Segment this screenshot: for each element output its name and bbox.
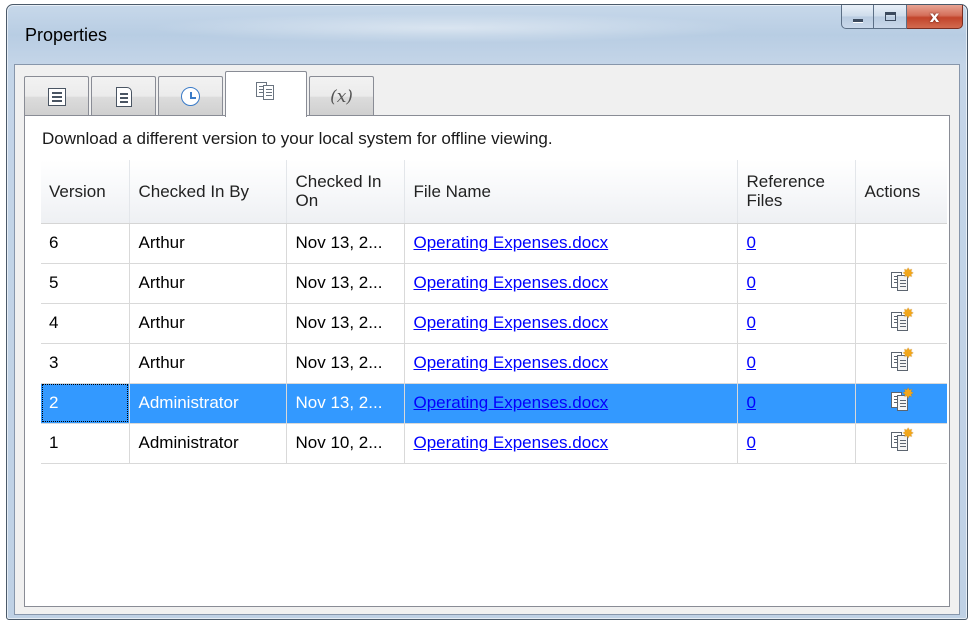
- cell-checked-in-on: Nov 13, 2...: [286, 383, 405, 424]
- cell-actions: [855, 223, 947, 264]
- panel-description: Download a different version to your loc…: [42, 129, 553, 148]
- caption-buttons: x: [841, 5, 963, 29]
- file-name-link[interactable]: Operating Expenses.docx: [414, 233, 609, 252]
- table-row[interactable]: 4 Arthur Nov 13, 2... Operating Expenses…: [41, 303, 947, 344]
- versions-icon: [256, 81, 276, 101]
- column-header-reference-files[interactable]: Reference Files: [737, 160, 856, 224]
- cell-checked-in-by: Arthur: [129, 223, 287, 264]
- cell-version: 2: [41, 383, 130, 424]
- properties-window: Properties x (x) Download a different ve…: [6, 4, 968, 620]
- tab-strip: (x): [24, 68, 376, 117]
- list-icon: [47, 87, 66, 106]
- cell-version: 5: [41, 263, 130, 304]
- file-name-link[interactable]: Operating Expenses.docx: [414, 273, 609, 292]
- column-header-file-name[interactable]: File Name: [404, 160, 738, 224]
- column-header-checked-in-by[interactable]: Checked In By: [129, 160, 287, 224]
- client-area: (x) Download a different version to your…: [14, 64, 960, 615]
- reference-files-link[interactable]: 0: [747, 433, 756, 452]
- variables-icon: (x): [330, 86, 353, 107]
- reference-files-link[interactable]: 0: [747, 273, 756, 292]
- tab-versions[interactable]: [225, 71, 307, 117]
- cell-version: 1: [41, 423, 130, 464]
- cell-checked-in-on: Nov 13, 2...: [286, 343, 405, 384]
- reference-files-link[interactable]: 0: [747, 353, 756, 372]
- cell-version: 3: [41, 343, 130, 384]
- versions-panel: Download a different version to your loc…: [24, 115, 950, 607]
- cell-checked-in-by: Administrator: [129, 423, 287, 464]
- table-row[interactable]: 5 Arthur Nov 13, 2... Operating Expenses…: [41, 263, 947, 304]
- cell-checked-in-on: Nov 13, 2...: [286, 263, 405, 304]
- download-version-icon[interactable]: ✸: [889, 347, 914, 373]
- column-header-version[interactable]: Version: [41, 160, 130, 224]
- cell-checked-in-on: Nov 13, 2...: [286, 223, 405, 264]
- cell-version: 4: [41, 303, 130, 344]
- table-row-selected[interactable]: 2 Administrator Nov 13, 2... Operating E…: [41, 383, 947, 424]
- maximize-button[interactable]: [874, 5, 907, 29]
- reference-files-link[interactable]: 0: [747, 233, 756, 252]
- file-name-link[interactable]: Operating Expenses.docx: [414, 433, 609, 452]
- clock-icon: [181, 87, 200, 106]
- cell-checked-in-on: Nov 13, 2...: [286, 303, 405, 344]
- cell-checked-in-by: Administrator: [129, 383, 287, 424]
- window-title: Properties: [25, 25, 108, 45]
- table-row[interactable]: 6 Arthur Nov 13, 2... Operating Expenses…: [41, 223, 947, 264]
- tab-document[interactable]: [91, 76, 156, 116]
- file-name-link[interactable]: Operating Expenses.docx: [414, 313, 609, 332]
- versions-table: Version Checked In By Checked In On File…: [41, 160, 947, 464]
- download-version-icon[interactable]: ✸: [889, 427, 914, 453]
- cell-checked-in-on: Nov 10, 2...: [286, 423, 405, 464]
- table-row[interactable]: 1 Administrator Nov 10, 2... Operating E…: [41, 423, 947, 464]
- table-row[interactable]: 3 Arthur Nov 13, 2... Operating Expenses…: [41, 343, 947, 384]
- document-icon: [115, 86, 132, 107]
- reference-files-link[interactable]: 0: [747, 393, 756, 412]
- close-button[interactable]: x: [907, 5, 963, 29]
- tab-properties[interactable]: [24, 76, 89, 116]
- cell-checked-in-by: Arthur: [129, 303, 287, 344]
- cell-version: 6: [41, 223, 130, 264]
- download-version-icon[interactable]: ✸: [889, 267, 914, 293]
- download-version-icon[interactable]: ✸: [889, 307, 914, 333]
- close-icon: x: [929, 7, 940, 26]
- file-name-link[interactable]: Operating Expenses.docx: [414, 353, 609, 372]
- column-header-actions[interactable]: Actions: [855, 160, 947, 224]
- download-version-icon[interactable]: ✸: [889, 387, 914, 413]
- minimize-button[interactable]: [841, 5, 874, 29]
- reference-files-link[interactable]: 0: [747, 313, 756, 332]
- cell-checked-in-by: Arthur: [129, 343, 287, 384]
- file-name-link[interactable]: Operating Expenses.docx: [414, 393, 609, 412]
- maximize-icon: [884, 12, 896, 21]
- column-header-checked-in-on[interactable]: Checked In On: [286, 160, 405, 224]
- tab-history[interactable]: [158, 76, 223, 116]
- tab-variables[interactable]: (x): [309, 76, 374, 116]
- table-header-row: Version Checked In By Checked In On File…: [41, 160, 947, 224]
- cell-checked-in-by: Arthur: [129, 263, 287, 304]
- minimize-icon: [852, 19, 863, 22]
